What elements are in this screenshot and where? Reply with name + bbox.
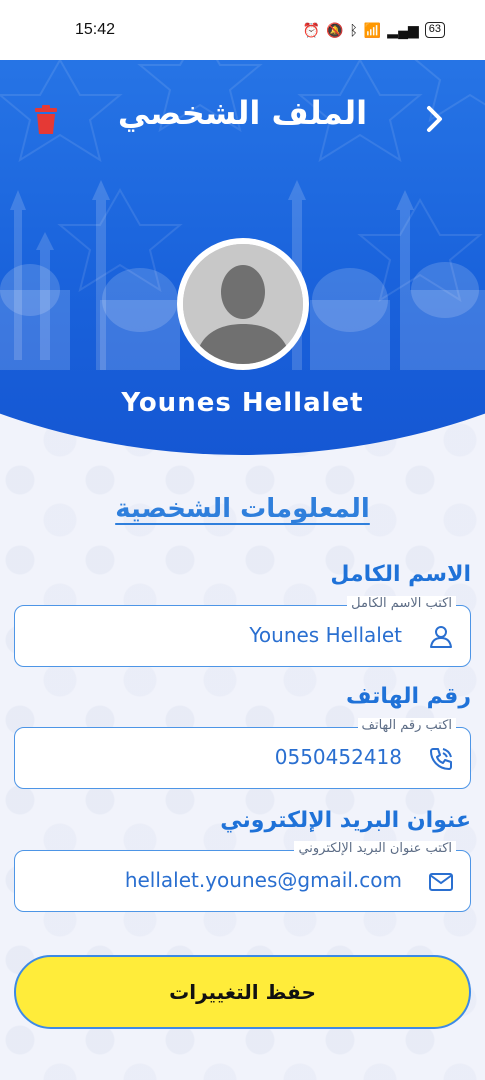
full-name-value: Younes Hellalet	[249, 623, 402, 647]
user-icon	[430, 626, 452, 648]
signal-icon: ▂▄▆	[387, 21, 419, 38]
phone-field[interactable]: اكتب رقم الهاتف 0550452418	[14, 718, 471, 789]
wifi-icon: 📶	[363, 21, 382, 38]
status-bar: 15:42 ⏰ 🔕 ᛒ 📶 ▂▄▆ 63	[0, 0, 485, 60]
email-hint: اكتب عنوان البريد الإلكتروني	[294, 841, 456, 856]
save-changes-button[interactable]: حفظ التغييرات	[14, 955, 471, 1029]
mute-icon: 🔕	[326, 21, 344, 38]
full-name-field[interactable]: اكتب الاسم الكامل Younes Hellalet	[14, 596, 471, 667]
full-name-label: الاسم الكامل	[330, 562, 471, 587]
mosque-pattern	[0, 17, 485, 370]
battery-indicator: 63	[424, 22, 445, 38]
chevron-right-icon	[427, 106, 442, 132]
user-name: Younes Hellalet	[121, 388, 364, 418]
profile-header: الملف الشخصي Younes Hellalet	[0, 0, 485, 455]
top-app-bar: الملف الشخصي	[0, 90, 485, 150]
phone-icon	[430, 748, 452, 770]
avatar-placeholder-icon	[183, 244, 303, 364]
status-time: 15:42	[75, 21, 116, 38]
section-title: المعلومات الشخصية	[115, 494, 370, 524]
back-button[interactable]	[423, 102, 447, 136]
phone-hint: اكتب رقم الهاتف	[357, 718, 456, 733]
alarm-icon: ⏰	[302, 21, 321, 38]
email-label: عنوان البريد الإلكتروني	[220, 808, 471, 833]
bluetooth-icon: ᛒ	[349, 22, 358, 38]
phone-value: 0550452418	[274, 745, 402, 769]
full-name-hint: اكتب الاسم الكامل	[347, 596, 456, 611]
avatar[interactable]	[177, 238, 309, 370]
status-icons: ⏰ 🔕 ᛒ 📶 ▂▄▆ 63	[303, 22, 445, 39]
email-value: hellalet.younes@gmail.com	[124, 868, 402, 892]
phone-label: رقم الهاتف	[345, 684, 471, 709]
mail-icon	[429, 873, 453, 891]
page-title: الملف الشخصي	[117, 94, 368, 132]
email-field[interactable]: اكتب عنوان البريد الإلكتروني hellalet.yo…	[14, 841, 471, 912]
